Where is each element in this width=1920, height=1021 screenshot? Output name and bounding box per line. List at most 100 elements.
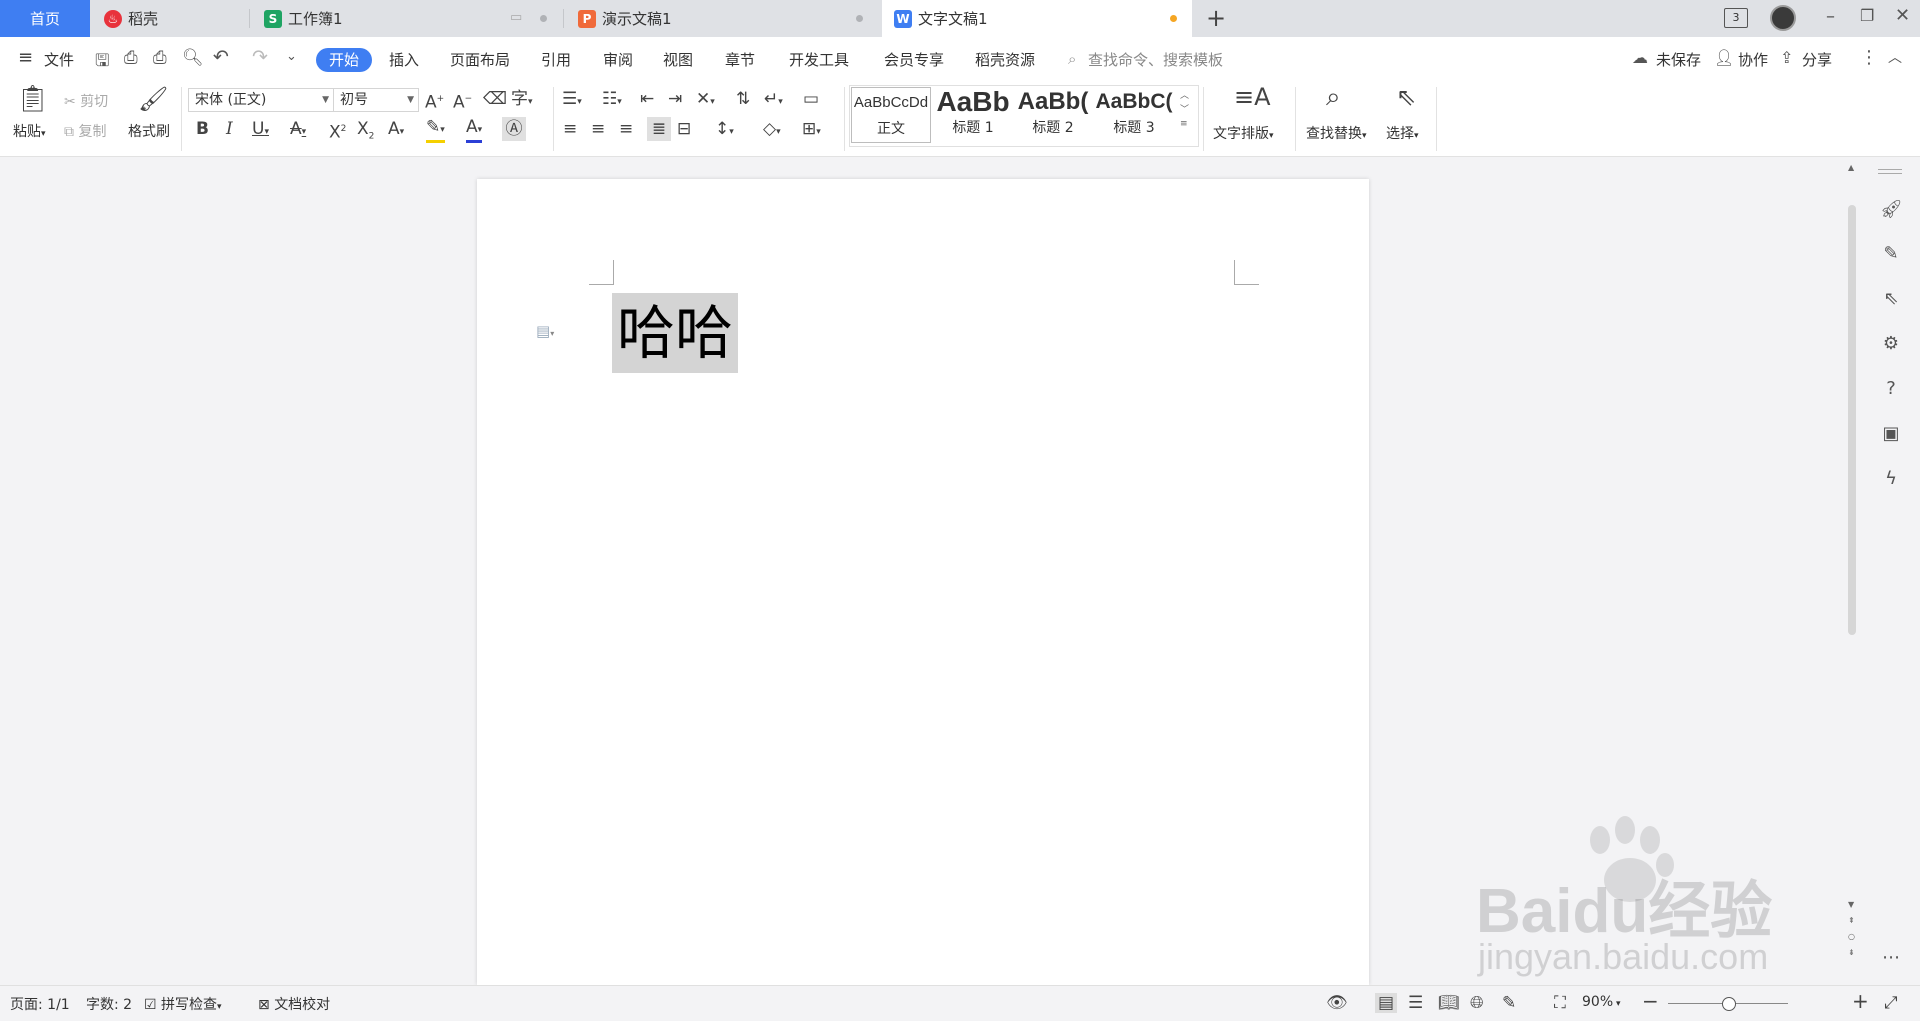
align-center-icon[interactable]: ≡: [591, 117, 605, 141]
tab-page-layout[interactable]: 页面布局: [450, 48, 510, 72]
sidebar-drag-handle[interactable]: [1878, 169, 1902, 170]
page-view-icon[interactable]: ▤: [1375, 993, 1398, 1013]
command-search[interactable]: 查找命令、搜索模板: [1088, 48, 1223, 72]
collapse-ribbon-icon[interactable]: ︿: [1888, 47, 1902, 67]
styles-scroll-icon[interactable]: ︿ ﹀ ≡: [1180, 89, 1189, 131]
scroll-thumb[interactable]: [1848, 205, 1856, 635]
tab-developer[interactable]: 开发工具: [789, 48, 849, 72]
web-view-icon[interactable]: 🌐︎: [1470, 993, 1484, 1013]
file-menu[interactable]: 文件: [44, 48, 74, 72]
unsaved-button[interactable]: 未保存: [1656, 48, 1701, 72]
numbered-list-icon[interactable]: ☷▾: [602, 87, 622, 114]
font-name-select[interactable]: 宋体 (正文) ▼: [188, 88, 334, 112]
strikethrough-icon[interactable]: A▾: [290, 117, 306, 144]
window-count-icon[interactable]: 3: [1724, 8, 1748, 28]
restore-icon[interactable]: ❐: [1860, 6, 1874, 25]
monitor-icon[interactable]: ▭: [510, 10, 522, 25]
grow-font-icon[interactable]: A+: [425, 87, 444, 115]
font-size-select[interactable]: 初号 ▼: [333, 88, 419, 112]
tab-view[interactable]: 视图: [663, 48, 693, 72]
word-count[interactable]: 字数: 2: [86, 994, 132, 1014]
hamburger-icon[interactable]: ≡: [18, 47, 33, 68]
spellcheck-button[interactable]: ☑ 拼写检查▾: [144, 994, 222, 1014]
shrink-font-icon[interactable]: A−: [453, 87, 472, 115]
text-layout-button[interactable]: 文字排版▾: [1213, 123, 1274, 143]
outline-view-icon[interactable]: ☰: [1408, 993, 1423, 1013]
tab-references[interactable]: 引用: [541, 48, 571, 72]
fit-page-icon[interactable]: ⛶: [1554, 993, 1566, 1013]
align-right-icon[interactable]: ≡: [619, 117, 633, 141]
reading-view-icon[interactable]: 📖︎: [1438, 993, 1460, 1013]
zoom-out-icon[interactable]: −: [1642, 989, 1659, 1013]
cut-button[interactable]: ✂ 剪切: [64, 91, 108, 111]
tab-presentation[interactable]: P 演示文稿1: [566, 0, 880, 37]
rocket-icon[interactable]: 🚀︎: [1880, 199, 1903, 221]
find-replace-button[interactable]: 查找替换▾: [1306, 123, 1367, 143]
zoom-in-icon[interactable]: +: [1852, 989, 1869, 1013]
zoom-slider-thumb[interactable]: [1722, 997, 1736, 1011]
print-preview-icon[interactable]: 🔍︎: [182, 48, 204, 68]
sort-icon[interactable]: ⇅: [736, 87, 750, 111]
collaborate-button[interactable]: 协作: [1738, 48, 1768, 72]
distribute-icon[interactable]: ⊟: [677, 117, 691, 141]
tab-insert[interactable]: 插入: [389, 48, 419, 72]
fullscreen-icon[interactable]: ⤢: [1884, 993, 1898, 1013]
pointer-icon[interactable]: ⇖: [1880, 288, 1902, 310]
export-pdf-icon[interactable]: ⎙: [124, 48, 138, 68]
tab-home[interactable]: 首页: [0, 0, 90, 37]
underline-icon[interactable]: U▾: [252, 117, 269, 144]
undo-icon[interactable]: ↶: [213, 46, 229, 68]
tab-workbook[interactable]: S 工作簿1 ▭: [252, 0, 564, 37]
sidebar-more-icon[interactable]: ⋯: [1880, 947, 1902, 969]
style-normal[interactable]: AaBbCcDd 正文: [851, 87, 931, 143]
tab-daoke-resources[interactable]: 稻壳资源: [975, 48, 1035, 72]
ruler-icon[interactable]: ▭: [803, 87, 819, 111]
style-heading-1[interactable]: AaBb 标题 1: [934, 87, 1012, 143]
tab-chapter[interactable]: 章节: [725, 48, 755, 72]
help-icon[interactable]: ?: [1880, 378, 1902, 400]
decrease-indent-icon[interactable]: ⇤: [640, 87, 654, 111]
write-mode-icon[interactable]: ✎: [1502, 993, 1516, 1013]
borders-icon[interactable]: ⊞▾: [802, 117, 821, 144]
style-heading-3[interactable]: AaBbC( 标题 3: [1094, 87, 1174, 143]
format-painter-icon[interactable]: 🖌︎: [138, 87, 168, 111]
close-icon[interactable]: ✕: [1895, 5, 1910, 26]
italic-icon[interactable]: I: [226, 117, 233, 141]
font-color-icon[interactable]: A▾: [466, 117, 483, 143]
document-page[interactable]: [477, 179, 1369, 985]
tab-document[interactable]: W 文字文稿1: [882, 0, 1192, 37]
more-menu-icon[interactable]: ⋮: [1860, 47, 1878, 68]
lightning-icon[interactable]: ϟ: [1880, 468, 1902, 490]
tab-member[interactable]: 会员专享: [884, 48, 944, 72]
bullet-list-icon[interactable]: ☰▾: [562, 87, 582, 114]
format-painter-button[interactable]: 格式刷: [128, 121, 170, 141]
new-tab-button[interactable]: +: [1206, 4, 1226, 32]
scroll-up-icon[interactable]: ▲: [1848, 163, 1854, 172]
bold-icon[interactable]: B: [196, 117, 209, 141]
style-heading-2[interactable]: AaBb( 标题 2: [1014, 87, 1092, 143]
proofread-button[interactable]: ⊠ 文档校对: [258, 994, 330, 1014]
tab-daoke[interactable]: ♨ 稻壳: [92, 0, 250, 37]
phonetic-guide-icon[interactable]: 字▾: [511, 87, 533, 114]
select-button[interactable]: 选择▾: [1386, 123, 1419, 143]
redo-icon[interactable]: ↷: [252, 46, 268, 68]
superscript-icon[interactable]: X2: [329, 117, 346, 145]
text-layout-icon[interactable]: ≡A: [1234, 85, 1271, 109]
minimize-icon[interactable]: –: [1826, 6, 1835, 27]
tab-review[interactable]: 审阅: [603, 48, 633, 72]
cursor-select-icon[interactable]: ⇖: [1396, 85, 1416, 109]
increase-indent-icon[interactable]: ⇥: [668, 87, 682, 111]
paste-button[interactable]: 粘贴▾: [13, 121, 46, 141]
chinese-layout-icon[interactable]: ✕▾: [696, 87, 715, 114]
share-button[interactable]: 分享: [1802, 48, 1832, 72]
eye-protection-icon[interactable]: 👁︎: [1326, 993, 1348, 1013]
save-icon[interactable]: 🖫: [95, 48, 109, 77]
unsaved-dot[interactable]: [1170, 15, 1177, 22]
tab-start[interactable]: 开始: [316, 48, 373, 72]
adjust-icon[interactable]: ⚙︎: [1880, 333, 1902, 355]
pen-icon[interactable]: ✎: [1880, 243, 1902, 265]
scroll-nav-icons[interactable]: ▼ ⇞ ○ ⇟: [1848, 897, 1855, 961]
line-spacing-icon[interactable]: ↕▾: [715, 117, 734, 144]
vertical-scrollbar[interactable]: ▲ ▼ ⇞ ○ ⇟: [1846, 157, 1858, 985]
text-effect-icon[interactable]: A▾: [388, 117, 404, 144]
